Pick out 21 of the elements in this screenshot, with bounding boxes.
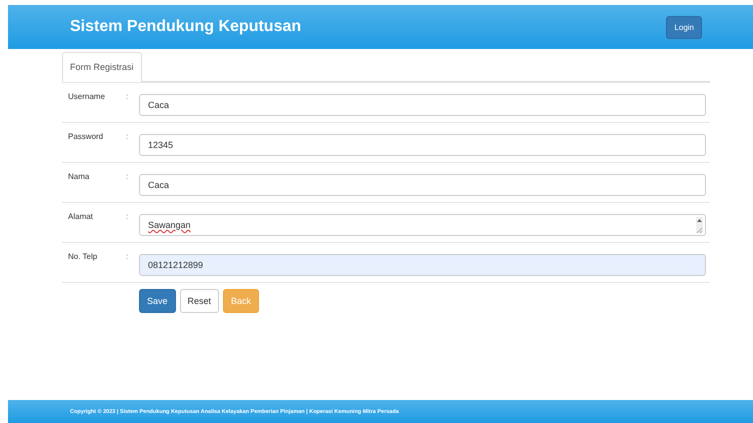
input-field[interactable]: 12345 bbox=[139, 134, 706, 156]
label-separator: : bbox=[126, 251, 130, 261]
field-label: Nama bbox=[68, 171, 90, 181]
label-separator: : bbox=[126, 211, 130, 221]
save-button[interactable]: Save bbox=[139, 289, 176, 313]
label-separator: : bbox=[126, 91, 130, 101]
login-button[interactable]: Login bbox=[666, 16, 702, 38]
reset-button[interactable]: Reset bbox=[180, 289, 220, 313]
input-field[interactable]: Caca bbox=[139, 174, 706, 196]
label-separator: : bbox=[126, 131, 130, 141]
app-title: Sistem Pendukung Keputusan bbox=[70, 18, 302, 36]
input-field[interactable]: 08121212899 bbox=[139, 254, 706, 276]
label-separator: : bbox=[126, 171, 130, 181]
field-label: No. Telp bbox=[68, 251, 98, 261]
address-textarea[interactable]: Sawangan bbox=[139, 214, 706, 236]
scroll-resize-icon bbox=[696, 217, 703, 233]
input-field[interactable]: Caca bbox=[139, 94, 706, 116]
field-label: Alamat bbox=[68, 211, 94, 221]
tab[interactable]: Form Registrasi bbox=[62, 52, 142, 82]
field-label: Username bbox=[68, 91, 106, 101]
field-label: Password bbox=[68, 131, 104, 141]
